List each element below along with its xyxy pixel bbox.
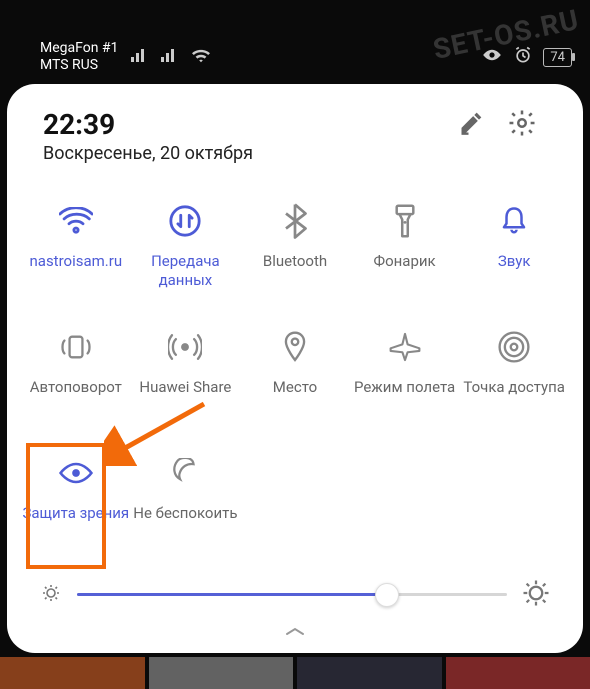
tile-hotspot[interactable]: Точка доступа <box>459 324 569 420</box>
tile-label: Защита зрения <box>22 504 129 523</box>
brightness-row <box>21 560 569 616</box>
flashlight-icon <box>382 198 428 244</box>
expand-handle[interactable] <box>21 616 569 643</box>
bell-icon <box>491 198 537 244</box>
edit-button[interactable] <box>447 108 497 136</box>
settings-button[interactable] <box>497 108 547 138</box>
brightness-thumb[interactable] <box>375 583 399 607</box>
location-icon <box>272 324 318 370</box>
tile-label: Точка доступа <box>463 378 565 397</box>
battery-indicator: 74 <box>543 48 572 67</box>
brightness-slider[interactable] <box>77 581 507 609</box>
brightness-low-icon <box>39 581 63 609</box>
status-bar: MegaFon #1 MTS RUS 74 <box>0 0 590 84</box>
tile-mobile-data[interactable]: Передача данных <box>131 198 241 294</box>
tile-bluetooth[interactable]: Bluetooth <box>240 198 350 294</box>
tile-label: Автоповорот <box>30 378 122 397</box>
tile-label: Не беспокоить <box>133 504 237 523</box>
bluetooth-icon <box>272 198 318 244</box>
tiles-grid: nastroisam.ru Передача данных Bluetooth … <box>21 178 569 560</box>
brightness-high-icon <box>521 578 551 612</box>
eye-icon <box>53 450 99 496</box>
panel-time: 22:39 <box>43 108 447 141</box>
tile-airplane[interactable]: Режим полета <box>350 324 460 420</box>
tile-label: nastroisam.ru <box>30 252 123 271</box>
airplane-icon <box>382 324 428 370</box>
tile-flashlight[interactable]: Фонарик <box>350 198 460 294</box>
tile-label: Передача данных <box>131 252 241 290</box>
hotspot-icon <box>491 324 537 370</box>
signal-icon-2 <box>160 48 178 67</box>
moon-icon <box>162 450 208 496</box>
tile-huawei-share[interactable]: Huawei Share <box>131 324 241 420</box>
tile-location[interactable]: Место <box>240 324 350 420</box>
tile-label: Звук <box>498 252 531 271</box>
signal-icon-1 <box>130 48 148 67</box>
mobile-data-icon <box>162 198 208 244</box>
share-icon <box>162 324 208 370</box>
panel-date: Воскресенье, 20 октября <box>43 143 447 164</box>
carrier-1: MegaFon #1 <box>40 40 118 57</box>
tile-label: Huawei Share <box>139 378 231 397</box>
tile-wifi[interactable]: nastroisam.ru <box>21 198 131 294</box>
rotate-icon <box>53 324 99 370</box>
tile-label: Bluetooth <box>263 252 327 271</box>
tile-label: Режим полета <box>354 378 455 397</box>
tile-auto-rotate[interactable]: Автоповорот <box>21 324 131 420</box>
tile-label: Место <box>273 378 317 397</box>
wifi-icon <box>53 198 99 244</box>
tile-sound[interactable]: Звук <box>459 198 569 294</box>
tile-label: Фонарик <box>374 252 436 271</box>
background-thumbnails <box>0 657 590 689</box>
wifi-status-icon <box>190 46 212 68</box>
quick-settings-panel: 22:39 Воскресенье, 20 октября nastroisam… <box>7 84 583 653</box>
tile-eye-comfort[interactable]: Защита зрения <box>21 450 131 546</box>
brightness-fill <box>77 593 387 596</box>
tile-dnd[interactable]: Не беспокоить <box>131 450 241 546</box>
carrier-2: MTS RUS <box>40 57 118 74</box>
eye-comfort-status-icon <box>481 48 503 66</box>
alarm-status-icon <box>513 45 533 69</box>
